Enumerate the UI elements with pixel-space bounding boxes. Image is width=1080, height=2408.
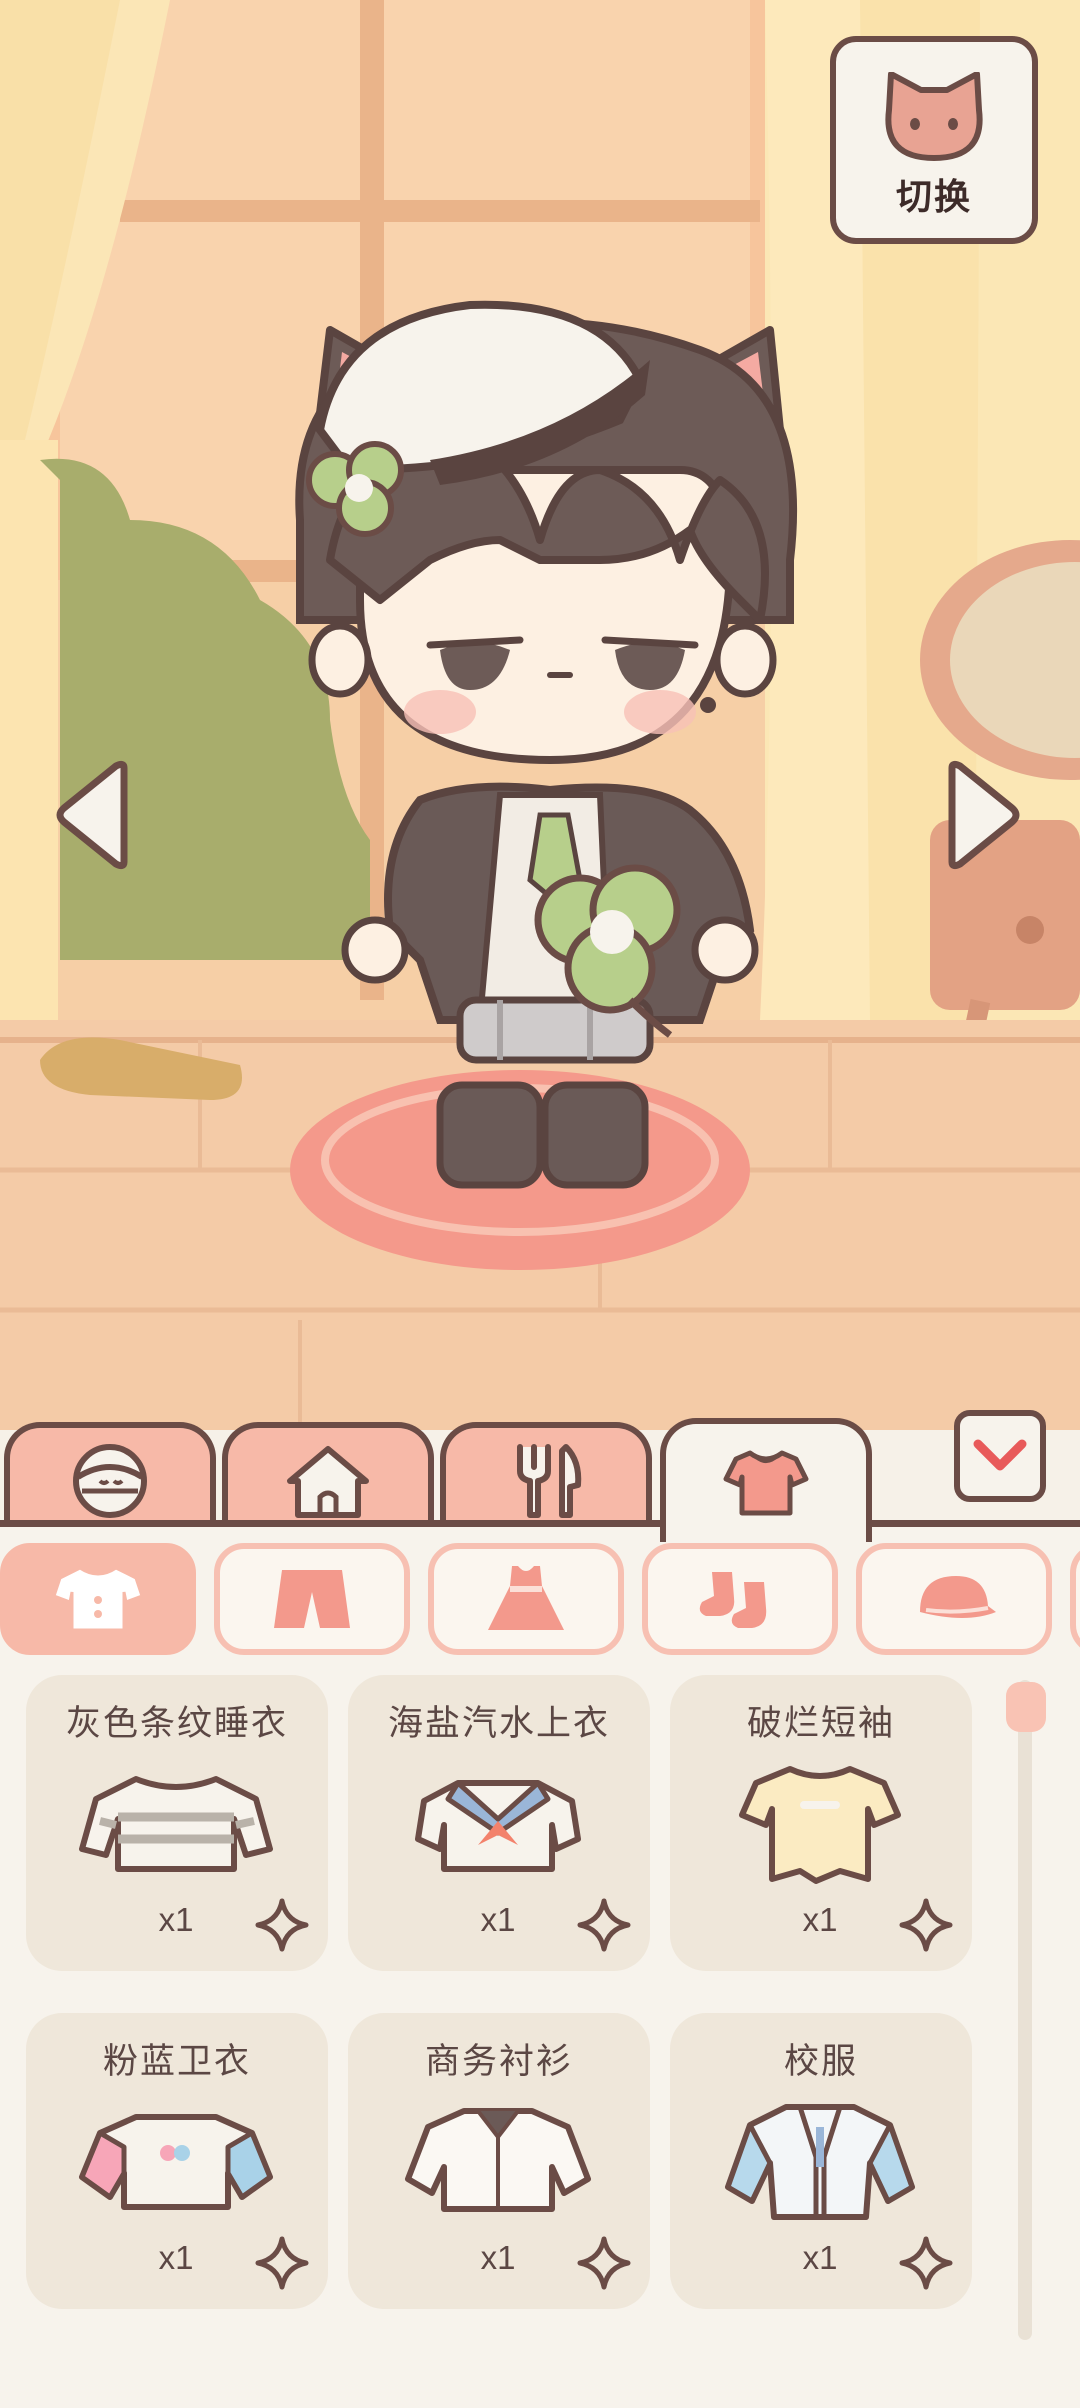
clothing-subtabs [0, 1527, 1080, 1657]
sparkle-icon[interactable] [898, 1897, 954, 1953]
pink-blue-hoodie-icon [79, 2114, 273, 2210]
cat-face-icon [885, 72, 983, 161]
subtab-bottoms[interactable] [214, 1543, 410, 1655]
fork-knife-icon [517, 1444, 582, 1518]
item-name: 海盐汽水上衣 [387, 1704, 610, 1743]
item-name: 粉蓝卫衣 [102, 2042, 251, 2081]
scrollbar-thumb[interactable] [1006, 1682, 1046, 1732]
sparkle-icon[interactable] [898, 2235, 954, 2291]
subtab-tops[interactable] [0, 1543, 196, 1655]
item-grid: 灰色条纹睡衣 x1 海盐汽水上衣 x1 破烂短袖 x1 粉蓝卫衣 x1 商务衬衫… [0, 1657, 1080, 2408]
school-uniform-icon [725, 2104, 915, 2220]
business-shirt-icon [405, 2108, 591, 2212]
switch-character-button[interactable]: 切换 [830, 36, 1038, 244]
category-tabs [0, 1410, 1080, 1542]
collapse-button[interactable] [954, 1410, 1046, 1502]
subtab-dresses[interactable] [428, 1543, 624, 1655]
face-icon [73, 1444, 147, 1518]
striped-pajama-icon [79, 1776, 273, 1872]
item-card[interactable]: 灰色条纹睡衣 x1 [26, 1675, 328, 1971]
item-name: 商务衬衫 [424, 2042, 573, 2081]
sparkle-icon[interactable] [576, 1897, 632, 1953]
sparkle-icon[interactable] [254, 2235, 310, 2291]
tab-food[interactable] [440, 1422, 652, 1534]
item-card[interactable]: 海盐汽水上衣 x1 [348, 1675, 650, 1971]
item-card[interactable]: 破烂短袖 x1 [670, 1675, 972, 1971]
sailor-top-icon [415, 1780, 581, 1872]
sparkle-icon[interactable] [254, 1897, 310, 1953]
item-card[interactable]: 商务衬衫 x1 [348, 2013, 650, 2309]
house-icon [287, 1446, 369, 1518]
item-name: 灰色条纹睡衣 [65, 1704, 288, 1743]
tab-face[interactable] [4, 1422, 216, 1534]
item-name: 破烂短袖 [746, 1704, 895, 1743]
item-card[interactable]: 校服 x1 [670, 2013, 972, 2309]
tab-clothing[interactable] [660, 1418, 872, 1542]
dress-icon [488, 1566, 564, 1630]
tab-divider [0, 1520, 1080, 1527]
sparkle-icon[interactable] [576, 2235, 632, 2291]
socks-icon [699, 1572, 767, 1628]
ragged-tshirt-icon [739, 1766, 901, 1884]
subtab-hats[interactable] [856, 1543, 1052, 1655]
cap-icon [920, 1576, 996, 1618]
arrow-left-icon[interactable] [52, 760, 132, 870]
tab-home[interactable] [222, 1422, 434, 1534]
dress-up-scene: 切换 [0, 0, 1080, 1430]
subtab-more[interactable] [1070, 1543, 1080, 1655]
scrollbar-track[interactable] [1018, 1680, 1032, 2340]
chevron-down-icon [973, 1439, 1027, 1471]
shorts-icon [274, 1570, 350, 1628]
item-card[interactable]: 粉蓝卫衣 x1 [26, 2013, 328, 2309]
arrow-right-icon[interactable] [944, 760, 1024, 870]
item-name: 校服 [783, 2042, 858, 2081]
top-icon [52, 1566, 144, 1632]
subtab-socks[interactable] [642, 1543, 838, 1655]
shirt-icon [723, 1450, 809, 1516]
switch-label: 切换 [895, 176, 972, 217]
